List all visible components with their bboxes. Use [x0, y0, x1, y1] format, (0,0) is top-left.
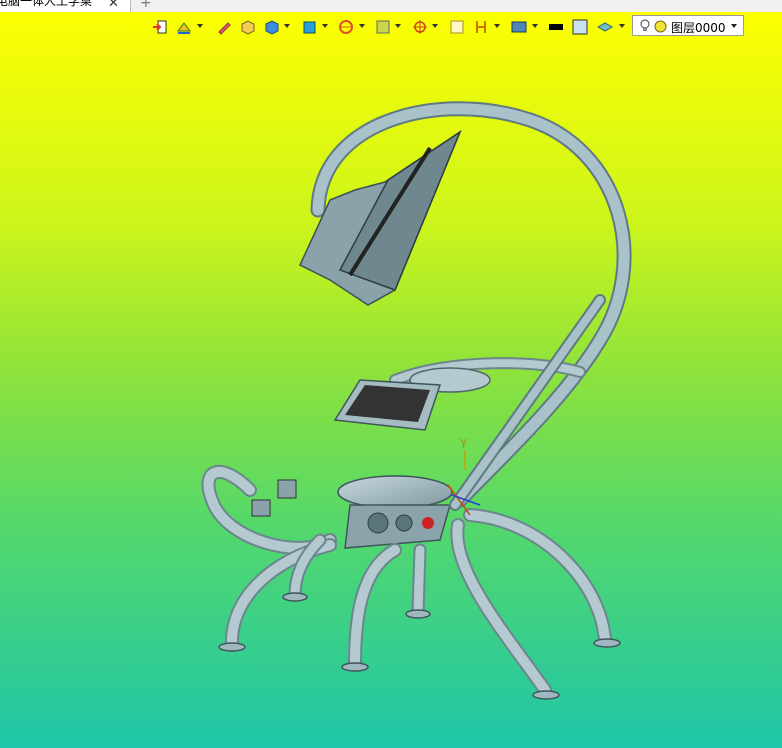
solid-dropdown-icon[interactable] [284, 24, 290, 28]
view-dropdown-icon[interactable] [322, 24, 328, 28]
sketch-dropdown-icon[interactable] [197, 24, 203, 28]
fill-swatch-icon[interactable] [572, 19, 588, 35]
box-icon[interactable] [240, 19, 256, 35]
seat [337, 475, 453, 549]
color-swatch-icon[interactable] [548, 19, 564, 35]
close-tab-icon[interactable]: ✕ [108, 0, 119, 11]
document-tab-label: 电脑一体人工学桌 [0, 0, 93, 8]
pencil-icon[interactable] [216, 19, 232, 35]
layers-dropdown-icon[interactable] [619, 24, 625, 28]
frame-icon[interactable] [449, 19, 465, 35]
exit-sketch-icon[interactable] [152, 19, 168, 35]
solid-cube-icon[interactable] [264, 19, 280, 35]
3d-viewport[interactable]: Y [0, 0, 782, 748]
section-icon[interactable] [375, 19, 391, 35]
new-tab-icon[interactable]: + [140, 0, 152, 11]
display-icon[interactable] [511, 19, 527, 35]
layer-name: 图层0000 [671, 21, 726, 35]
layer-dropdown-icon[interactable] [731, 24, 737, 28]
layer-color-icon [654, 20, 667, 33]
layers-icon[interactable] [597, 19, 613, 35]
workstation-chair-model: Y [201, 101, 632, 700]
tab-bar: 电脑一体人工学桌 ✕ + [0, 0, 782, 12]
dimension-dropdown-icon[interactable] [494, 24, 500, 28]
layer-select[interactable]: 图层0000 [632, 15, 744, 36]
section-dropdown-icon[interactable] [395, 24, 401, 28]
snap-icon[interactable] [412, 19, 428, 35]
display-dropdown-icon[interactable] [532, 24, 538, 28]
monitor [299, 130, 462, 306]
sketch-icon[interactable] [176, 19, 192, 35]
snap-dropdown-icon[interactable] [432, 24, 438, 28]
arc-arm [310, 101, 632, 508]
view-cube-icon[interactable] [302, 19, 318, 35]
lightbulb-icon[interactable] [639, 19, 651, 33]
render-dropdown-icon[interactable] [359, 24, 365, 28]
dimension-icon[interactable] [473, 19, 489, 35]
render-icon[interactable] [338, 19, 354, 35]
axis-label-y: Y [459, 437, 468, 451]
toolbar: 图层0000 [150, 15, 750, 39]
keyboard [333, 379, 442, 431]
